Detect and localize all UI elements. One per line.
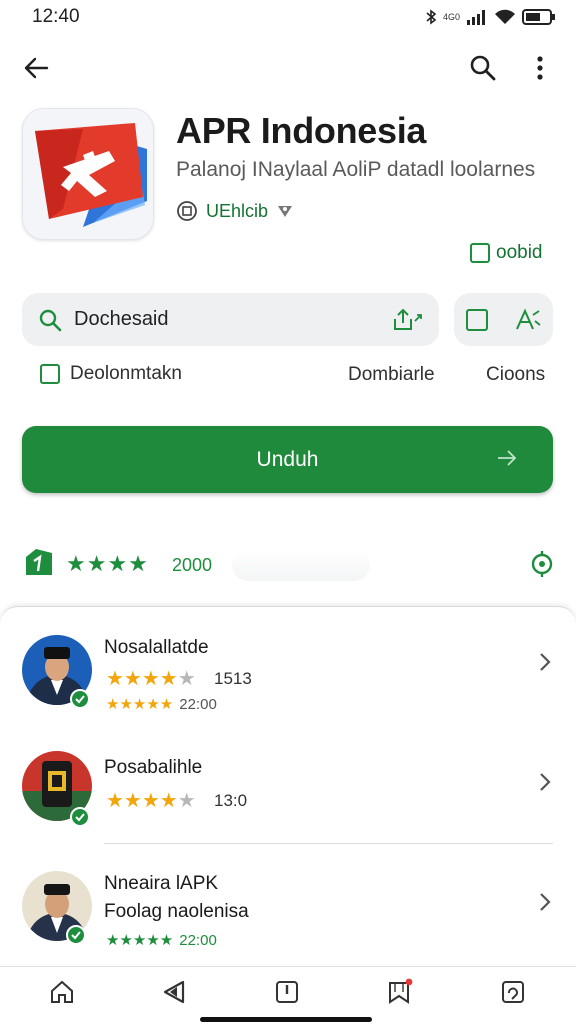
chevron-right-icon (540, 893, 551, 911)
list-item[interactable]: Posabalihle ★★★★★ 13:0 (0, 747, 576, 857)
home-icon (51, 980, 73, 1003)
app-logo-icon (23, 109, 153, 239)
list-item-name: Nosalallatde (104, 637, 209, 658)
nav-library[interactable] (384, 977, 416, 1007)
status-time: 12:40 (32, 6, 80, 27)
rating-row: ★★★★ 2000 (22, 545, 553, 585)
target-icon[interactable] (529, 551, 555, 577)
more-vert-icon (537, 56, 543, 80)
app-title: APR Indonesia (176, 110, 427, 151)
rating-pill (232, 549, 370, 581)
list-item-time: 22:00 (179, 696, 217, 713)
translate-icon[interactable] (513, 307, 541, 333)
verified-shield-icon (278, 206, 293, 217)
tag-label: oobid (496, 242, 543, 263)
signal-icon (467, 10, 485, 25)
options-row: Deolonmtakn Dombiarle Cioons (40, 362, 552, 390)
network-type-label: 4G0 (442, 11, 460, 22)
top-app-bar (0, 40, 576, 98)
app-tag[interactable]: oobid (470, 242, 543, 264)
app-logo (22, 108, 154, 240)
battery-icon (522, 9, 555, 25)
search-icon (470, 55, 496, 81)
share-icon[interactable] (391, 307, 423, 333)
secondary-actions (454, 293, 553, 346)
search-bar[interactable]: Dochesaid (22, 293, 439, 346)
verified-check-icon (70, 689, 90, 709)
list-item-name: Posabalihle (104, 757, 203, 778)
verified-check-icon (70, 807, 90, 827)
back-button[interactable] (16, 48, 56, 88)
nav-home[interactable] (46, 977, 78, 1007)
nav-books[interactable] (271, 977, 303, 1007)
nav-profile[interactable] (497, 977, 529, 1007)
option-3[interactable]: Cioons (486, 364, 545, 386)
bookmark-icon (389, 978, 413, 1004)
option-checkbox[interactable]: Deolonmtakn (40, 363, 182, 385)
status-bar: 12:40 4G0 (0, 0, 576, 34)
chevron-right-icon (540, 653, 551, 671)
list-item-score: 1513 (214, 669, 252, 688)
list-divider (104, 843, 553, 844)
search-icon (39, 309, 62, 331)
install-button-label: Unduh (256, 447, 319, 471)
list-item-meta: ★★★★★ 22:00 (106, 932, 217, 949)
related-apps-sheet: Nosalallatde ★★★★★ 1513 ★★★★★ 22:00 Posab… (0, 606, 576, 966)
rating-badge-icon (26, 549, 52, 575)
app-subtitle: Palanoj INaylaal AoliP datadl loolarnes (176, 158, 536, 181)
checkbox-icon (40, 364, 60, 384)
status-icons: 4G0 (425, 8, 556, 26)
back-arrow-icon (24, 57, 49, 79)
search-label: Dochesaid (74, 308, 169, 330)
list-item-subtitle: Foolag naolenisa (104, 901, 249, 922)
developer-badge-icon (177, 201, 197, 221)
list-item-time: 22:00 (179, 932, 217, 949)
arrow-right-icon (498, 450, 517, 466)
book-icon (276, 981, 298, 1003)
star-rating: ★★★★★ (106, 790, 196, 812)
developer-row[interactable]: UEhlcib (176, 200, 294, 222)
rating-count: 2000 (172, 555, 213, 575)
developer-name: UEhlcib (206, 200, 269, 221)
option-checkbox-label: Deolonmtakn (70, 363, 182, 384)
option-2[interactable]: Dombiarle (348, 364, 435, 386)
list-item-score: 13:0 (214, 791, 248, 810)
search-button[interactable] (463, 48, 503, 88)
bottom-navigation (0, 966, 576, 1024)
select-checkbox[interactable] (466, 308, 489, 331)
bluetooth-icon (426, 9, 437, 25)
list-item-meta: ★★★★★ 22:00 (106, 696, 217, 713)
chevron-right-icon (540, 773, 551, 791)
more-options-button[interactable] (520, 48, 560, 88)
install-button[interactable]: Unduh (22, 426, 553, 493)
star-rating: ★★★★★ (106, 668, 196, 690)
nav-play[interactable] (158, 977, 190, 1007)
profile-icon (502, 981, 524, 1003)
wifi-icon (495, 9, 515, 24)
tag-checkbox-icon (470, 243, 490, 263)
list-item[interactable]: Nneaira lAPK Foolag naolenisa ★★★★★ 22:00 (0, 863, 576, 973)
verified-check-icon (66, 925, 86, 945)
list-item[interactable]: Nosalallatde ★★★★★ 1513 ★★★★★ 22:00 (0, 627, 576, 737)
play-icon (163, 980, 185, 1004)
home-indicator[interactable] (200, 1017, 372, 1022)
list-item-name: Nneaira lAPK (104, 873, 219, 894)
rating-stars: ★★★★ (66, 551, 149, 576)
